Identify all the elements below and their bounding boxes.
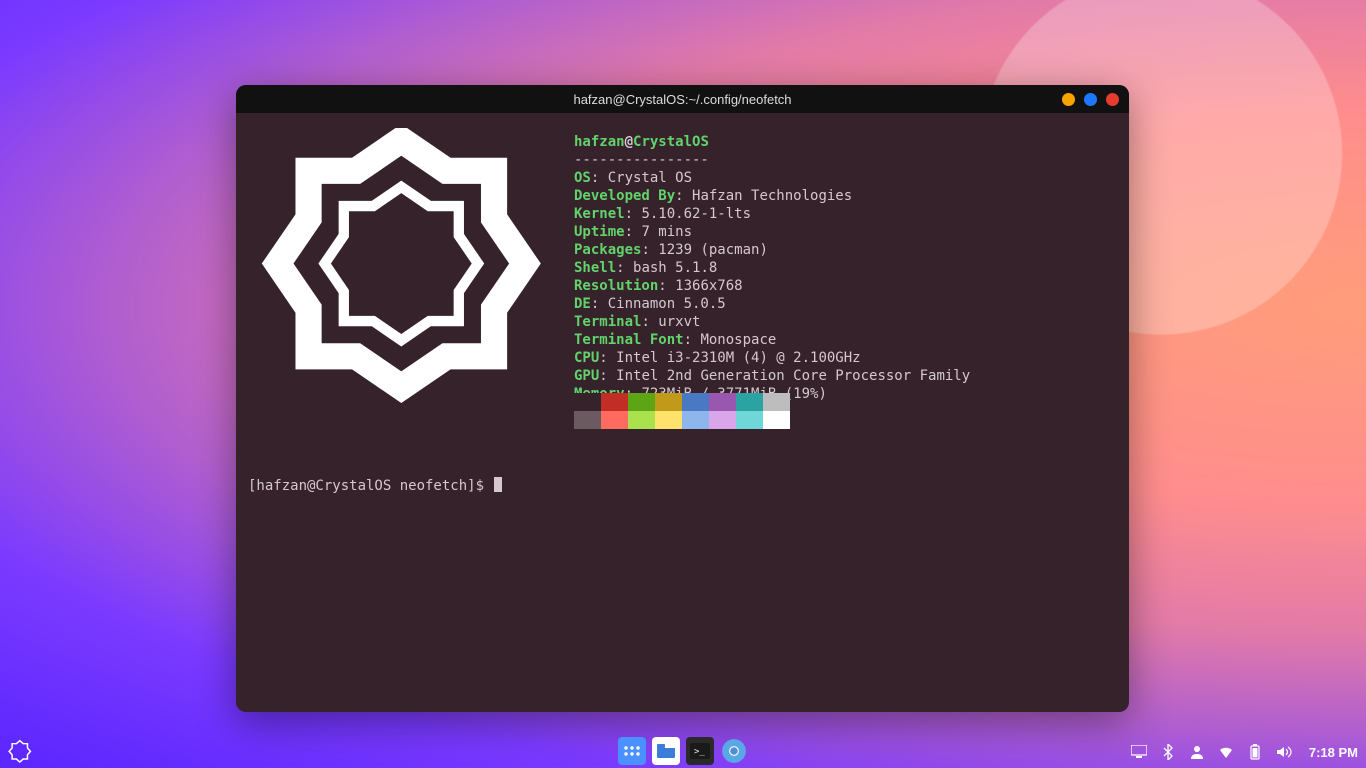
field-cpu-label: CPU xyxy=(574,350,599,366)
field-cpu-value: Intel i3-2310M (4) @ 2.100GHz xyxy=(616,350,860,366)
field-de-value: Cinnamon 5.0.5 xyxy=(608,296,726,312)
volume-icon[interactable] xyxy=(1276,744,1292,760)
field-developed-label: Developed By xyxy=(574,188,675,204)
dock-browser-button[interactable] xyxy=(720,737,748,765)
shell-prompt[interactable]: [hafzan@CrystalOS neofetch]$ xyxy=(248,477,502,495)
color-swatch xyxy=(682,411,709,429)
field-shell-value: bash 5.1.8 xyxy=(633,260,717,276)
field-kernel-value: 5.10.62-1-lts xyxy=(641,206,751,222)
distro-logo-icon xyxy=(261,128,551,423)
window-close-button[interactable] xyxy=(1106,93,1119,106)
color-swatch xyxy=(601,393,628,411)
field-os-value: Crystal OS xyxy=(608,170,692,186)
terminal-body[interactable]: hafzan@CrystalOS ---------------- OS: Cr… xyxy=(236,113,1129,712)
field-gpu-label: GPU xyxy=(574,368,599,384)
neofetch-info: hafzan@CrystalOS ---------------- OS: Cr… xyxy=(574,115,970,403)
field-packages-label: Packages xyxy=(574,242,641,258)
color-swatch xyxy=(709,411,736,429)
neofetch-separator: ---------------- xyxy=(574,152,709,168)
dock-terminal-button[interactable]: >_ xyxy=(686,737,714,765)
terminal-window[interactable]: hafzan@CrystalOS:~/.config/neofetch xyxy=(236,85,1129,712)
dock-show-apps-button[interactable] xyxy=(618,737,646,765)
field-terminal-font-value: Monospace xyxy=(700,332,776,348)
display-icon[interactable] xyxy=(1131,744,1147,760)
field-packages-value: 1239 (pacman) xyxy=(658,242,768,258)
folder-icon xyxy=(656,743,676,759)
system-tray: 7:18 PM xyxy=(1131,736,1358,768)
start-logo-icon xyxy=(7,739,33,765)
color-swatch xyxy=(628,411,655,429)
start-menu-button[interactable] xyxy=(7,739,33,765)
clock[interactable]: 7:18 PM xyxy=(1309,745,1358,760)
desktop: Crystal OS hafzan@CrystalOS:~/.config/ne… xyxy=(0,0,1366,768)
window-maximize-button[interactable] xyxy=(1084,93,1097,106)
battery-icon[interactable] xyxy=(1247,744,1263,760)
color-palette xyxy=(574,393,790,429)
prompt-text: [hafzan@CrystalOS neofetch]$ xyxy=(248,478,492,494)
color-swatch xyxy=(655,393,682,411)
dock-files-button[interactable] xyxy=(652,737,680,765)
field-terminal-value: urxvt xyxy=(658,314,700,330)
neofetch-user: hafzan xyxy=(574,134,625,150)
cursor-icon xyxy=(494,477,502,492)
field-os-label: OS xyxy=(574,170,591,186)
color-swatch xyxy=(574,411,601,429)
terminal-icon: >_ xyxy=(690,743,710,759)
color-swatch xyxy=(655,411,682,429)
field-gpu-value: Intel 2nd Generation Core Processor Fami… xyxy=(616,368,970,384)
field-terminal-label: Terminal xyxy=(574,314,641,330)
color-swatch xyxy=(736,411,763,429)
window-minimize-button[interactable] xyxy=(1062,93,1075,106)
network-icon[interactable] xyxy=(1218,744,1234,760)
field-shell-label: Shell xyxy=(574,260,616,276)
color-swatch xyxy=(763,393,790,411)
field-kernel-label: Kernel xyxy=(574,206,625,222)
field-terminal-font-label: Terminal Font xyxy=(574,332,684,348)
color-swatch xyxy=(736,393,763,411)
dock: >_ xyxy=(618,737,748,765)
chromium-icon xyxy=(721,738,747,764)
color-swatch xyxy=(574,393,601,411)
color-swatch xyxy=(763,411,790,429)
window-titlebar[interactable]: hafzan@CrystalOS:~/.config/neofetch xyxy=(236,85,1129,113)
svg-text:>_: >_ xyxy=(694,747,705,757)
field-developed-value: Hafzan Technologies xyxy=(692,188,852,204)
bluetooth-icon[interactable] xyxy=(1160,744,1176,760)
neofetch-host: CrystalOS xyxy=(633,134,709,150)
user-icon[interactable] xyxy=(1189,744,1205,760)
field-resolution-value: 1366x768 xyxy=(675,278,742,294)
field-uptime-value: 7 mins xyxy=(641,224,692,240)
color-swatch xyxy=(601,411,628,429)
field-uptime-label: Uptime xyxy=(574,224,625,240)
field-resolution-label: Resolution xyxy=(574,278,658,294)
field-de-label: DE xyxy=(574,296,591,312)
color-swatch xyxy=(709,393,736,411)
window-title: hafzan@CrystalOS:~/.config/neofetch xyxy=(573,92,791,107)
taskbar: >_ 7:18 PM xyxy=(0,736,1366,768)
grid-icon xyxy=(623,745,641,757)
color-swatch xyxy=(682,393,709,411)
color-swatch xyxy=(628,393,655,411)
